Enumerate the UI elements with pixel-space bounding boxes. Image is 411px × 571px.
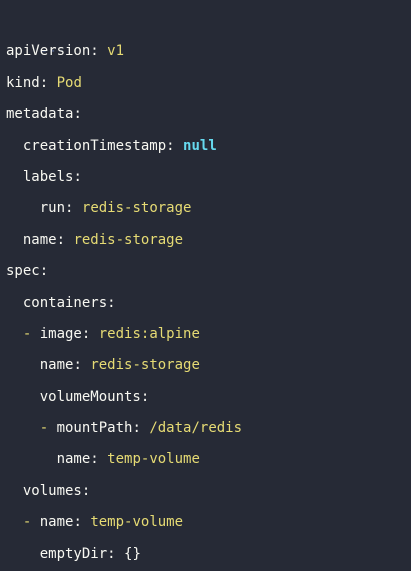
yaml-line: kind: Pod xyxy=(6,68,411,99)
value-space xyxy=(99,43,107,59)
yaml-line: volumeMounts: xyxy=(6,382,411,413)
yaml-value: null xyxy=(183,137,217,154)
key-colon: : xyxy=(107,545,116,562)
yaml-value: redis-storage xyxy=(81,200,192,217)
yaml-doc-start: --- xyxy=(6,5,411,59)
yaml-key: kind xyxy=(6,74,40,91)
key-colon: : xyxy=(90,43,99,60)
yaml-key: containers xyxy=(22,294,108,311)
yaml-value: v1 xyxy=(107,43,125,60)
key-colon: : xyxy=(73,514,82,531)
yaml-key: name xyxy=(39,514,74,531)
yaml-line: name: temp-volume xyxy=(6,444,411,475)
yaml-line: apiVersion: v1 xyxy=(6,36,411,67)
key-colon: : xyxy=(166,137,175,154)
yaml-value: Pod xyxy=(56,74,82,91)
value-space xyxy=(99,451,107,467)
value-space xyxy=(48,75,56,91)
yaml-key: metadata xyxy=(6,106,74,123)
key-colon: : xyxy=(90,451,99,468)
list-dash: - xyxy=(39,420,57,437)
yaml-line: metadata: xyxy=(6,99,411,130)
yaml-key: run xyxy=(39,200,66,217)
key-colon: : xyxy=(73,357,82,374)
yaml-key: name xyxy=(22,231,57,248)
list-dash: - xyxy=(22,325,40,342)
key-colon: : xyxy=(107,294,116,311)
yaml-key: emptyDir xyxy=(39,545,108,562)
yaml-value: redis-storage xyxy=(73,231,184,248)
value-space xyxy=(90,326,98,342)
yaml-line: spec: xyxy=(6,256,411,287)
yaml-line: run: redis-storage xyxy=(6,193,411,224)
yaml-line: emptyDir: {} xyxy=(6,539,411,570)
yaml-key: apiVersion xyxy=(6,43,91,60)
key-colon: : xyxy=(39,263,49,280)
yaml-value: redis:alpine xyxy=(98,325,200,342)
yaml-lines: apiVersion: v1 kind: Pod metadata: creatio… xyxy=(6,36,411,570)
value-space xyxy=(73,200,81,216)
key-colon: : xyxy=(140,388,150,405)
key-colon: : xyxy=(56,231,66,248)
yaml-value: redis-storage xyxy=(90,357,200,374)
yaml-line: containers: xyxy=(6,288,411,319)
yaml-key: labels xyxy=(22,168,74,185)
yaml-code-block: --- apiVersion: v1 kind: Pod metadata: cre… xyxy=(0,0,411,571)
yaml-line: creationTimestamp: null xyxy=(6,131,411,162)
list-dash: - xyxy=(22,514,40,531)
value-space xyxy=(175,138,183,154)
key-colon: : xyxy=(39,74,49,91)
key-colon: : xyxy=(81,482,91,499)
yaml-value: /data/redis xyxy=(149,420,243,437)
yaml-key: volumes xyxy=(22,482,82,499)
yaml-line: - name: temp-volume xyxy=(6,507,411,538)
key-colon: : xyxy=(132,420,141,437)
yaml-key: spec xyxy=(6,263,40,280)
yaml-line: name: redis-storage xyxy=(6,225,411,256)
yaml-value: temp-volume xyxy=(90,514,184,531)
yaml-key: name xyxy=(56,451,91,468)
key-colon: : xyxy=(73,168,82,185)
yaml-key: volumeMounts xyxy=(39,388,141,405)
yaml-value: temp-volume xyxy=(107,451,200,468)
yaml-key: image xyxy=(39,325,82,342)
yaml-line: labels: xyxy=(6,162,411,193)
yaml-value: {} xyxy=(124,545,141,562)
key-colon: : xyxy=(73,106,82,123)
yaml-line: volumes: xyxy=(6,476,411,507)
yaml-key: creationTimestamp xyxy=(22,137,167,154)
yaml-line: - mountPath: /data/redis xyxy=(6,413,411,444)
value-space xyxy=(116,546,124,562)
yaml-key: mountPath xyxy=(56,420,133,437)
yaml-key: name xyxy=(39,357,74,374)
yaml-line: - image: redis:alpine xyxy=(6,319,411,350)
yaml-line: name: redis-storage xyxy=(6,350,411,381)
